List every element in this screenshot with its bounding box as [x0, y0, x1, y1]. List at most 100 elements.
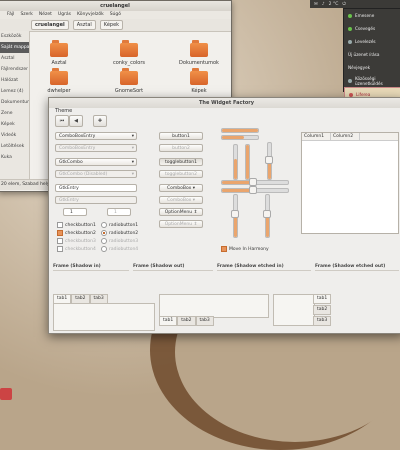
checkbutton[interactable]: checkbutton1 — [57, 222, 96, 228]
menu-item[interactable]: Új üzenet írása — [344, 48, 400, 61]
frame-shadow-etched-out — [315, 270, 399, 291]
scale-knob[interactable] — [231, 210, 239, 218]
sidebar-item[interactable]: Eszközök — [0, 31, 29, 42]
file-item[interactable]: dwhelper — [35, 68, 83, 94]
clock[interactable]: 2 °C — [329, 2, 339, 7]
crumb-desktop[interactable]: Asztal — [72, 20, 96, 30]
tab-3[interactable]: tab3 — [195, 316, 214, 326]
power-icon[interactable]: ⏻ — [342, 1, 346, 7]
optionmenu[interactable]: OptionMenu ⇕ — [159, 208, 203, 216]
tab-2[interactable]: tab2 — [177, 316, 196, 326]
gtk-combo[interactable]: GtkCombo ▾ — [55, 158, 137, 166]
menu-view[interactable]: Nézet — [39, 11, 52, 19]
frame-label: Frame (Shadow out) — [133, 264, 185, 269]
combobox[interactable]: ComboBox ▾ — [159, 184, 203, 192]
combo-text: GtkCombo (Disabled) — [59, 172, 108, 177]
first-icon[interactable]: ⏮ — [55, 115, 69, 127]
button1[interactable]: button1 — [159, 132, 203, 140]
sidebar-item[interactable]: Fájlrendszer — [0, 64, 29, 75]
menu-bookmarks[interactable]: Könyvjelzők — [77, 11, 104, 19]
feed-icon — [349, 92, 353, 97]
messaging-menu: Emesene Csevegés Levelezés Új üzenet írá… — [343, 8, 400, 102]
menu-item[interactable]: Névjegyek — [344, 61, 400, 74]
file-label: Asztal — [51, 60, 67, 66]
menu-edit[interactable]: Szerk — [20, 11, 32, 19]
scale-knob[interactable] — [263, 210, 271, 218]
gtk-entry[interactable]: GtkEntry — [55, 184, 137, 192]
scale-fill — [222, 189, 252, 192]
file-item[interactable]: Képek — [175, 68, 223, 94]
radio-label: radiobutton2 — [109, 230, 139, 236]
frame-label: Frame (Shadow in) — [53, 264, 101, 269]
crumb-pictures[interactable]: Képek — [99, 20, 124, 30]
radiobutton: radiobutton4 — [101, 246, 138, 252]
file-item[interactable]: conky_colors — [105, 40, 153, 66]
optionmenu-text: OptionMenu — [164, 222, 193, 227]
menu-item[interactable]: Közösségi üzenetküldés — [344, 74, 400, 87]
breadcrumb: cruelangel Asztal Képek — [0, 19, 231, 32]
launcher-icon[interactable] — [0, 388, 12, 400]
combo-entry[interactable]: ComboBoxEntry ▾ — [55, 132, 137, 140]
tab-1[interactable]: tab1 — [313, 294, 332, 304]
sidebar-item[interactable]: Kuka — [0, 152, 29, 163]
tab-2[interactable]: tab2 — [313, 305, 332, 315]
chevron-down-icon: ▾ — [131, 146, 134, 151]
menu-item[interactable]: Csevegés — [344, 22, 400, 35]
status-icon — [348, 26, 352, 31]
sidebar-item[interactable]: Képek — [0, 119, 29, 130]
scale-knob[interactable] — [249, 178, 257, 186]
scale-knob[interactable] — [249, 186, 257, 194]
sidebar-item[interactable]: Asztal — [0, 53, 29, 64]
sidebar-item[interactable]: Videók — [0, 130, 29, 141]
menu-go[interactable]: Ugrás — [58, 11, 71, 19]
menu-help[interactable]: Súgó — [110, 11, 121, 19]
togglebutton2: togglebutton2 — [159, 170, 203, 178]
frame-shadow-etched-in — [217, 270, 311, 291]
sidebar-item[interactable]: Zene — [0, 108, 29, 119]
prev-icon[interactable]: ◀ — [69, 115, 83, 127]
crumb-home[interactable]: cruelangel — [31, 20, 69, 30]
add-icon[interactable]: ✚ — [93, 115, 107, 127]
sidebar-item[interactable]: Hálózat — [0, 75, 29, 86]
menu-item[interactable]: Emesene — [344, 9, 400, 22]
radio — [101, 238, 107, 244]
progress-vertical — [233, 144, 238, 180]
file-item[interactable]: Dokumentumok — [175, 40, 223, 66]
widget-factory-window: The Widget Factory Theme ⏮ ◀ ✚ ComboBoxE… — [48, 97, 400, 334]
check-label: checkbutton3 — [65, 238, 96, 244]
mail-icon[interactable]: ✉ — [314, 2, 318, 7]
sound-icon[interactable]: ♪ — [322, 2, 325, 7]
spin-button[interactable]: 1 — [63, 208, 87, 216]
progress-fill — [246, 145, 249, 179]
radiobutton[interactable]: radiobutton2 — [101, 230, 138, 236]
sidebar-item[interactable]: Letöltések — [0, 141, 29, 152]
progress-fill — [222, 129, 258, 132]
tab-3[interactable]: tab3 — [313, 316, 332, 326]
scale-knob[interactable] — [265, 156, 273, 164]
sidebar-item[interactable]: Dokumentumok — [0, 97, 29, 108]
togglebutton1[interactable]: togglebutton1 — [159, 158, 203, 166]
folder-icon — [190, 68, 208, 85]
checkbutton: checkbutton3 — [57, 238, 96, 244]
sidebar-item[interactable]: Saját mappa — [0, 42, 29, 53]
sidebar: Eszközök Saját mappa Asztal Fájlrendszer… — [0, 31, 30, 179]
file-item[interactable]: Asztal — [35, 40, 83, 66]
theme-label: Theme — [55, 108, 73, 114]
sidebar-item[interactable]: Lemez (4) — [0, 86, 29, 97]
menu-file[interactable]: Fájl — [7, 11, 14, 19]
radiobutton[interactable]: radiobutton1 — [101, 222, 138, 228]
tab-1[interactable]: tab1 — [159, 316, 178, 326]
column-header[interactable]: Column1 — [302, 133, 331, 140]
menu-item[interactable]: Levelezés — [344, 35, 400, 48]
progress-vertical — [245, 144, 250, 180]
tree-view[interactable]: Column1 Column2 — [301, 132, 399, 234]
folder-icon — [50, 40, 68, 57]
checkbox — [57, 238, 63, 244]
column-header[interactable]: Column2 — [331, 133, 360, 140]
file-item[interactable]: GnomeSort — [105, 68, 153, 94]
chevron-down-icon: ▾ — [131, 172, 134, 177]
notebook-page — [273, 294, 315, 326]
move-in-harmony-check[interactable]: Move In Harmony — [221, 246, 269, 252]
checkbutton[interactable]: checkbutton2 — [57, 230, 96, 236]
folder-icon — [190, 40, 208, 57]
